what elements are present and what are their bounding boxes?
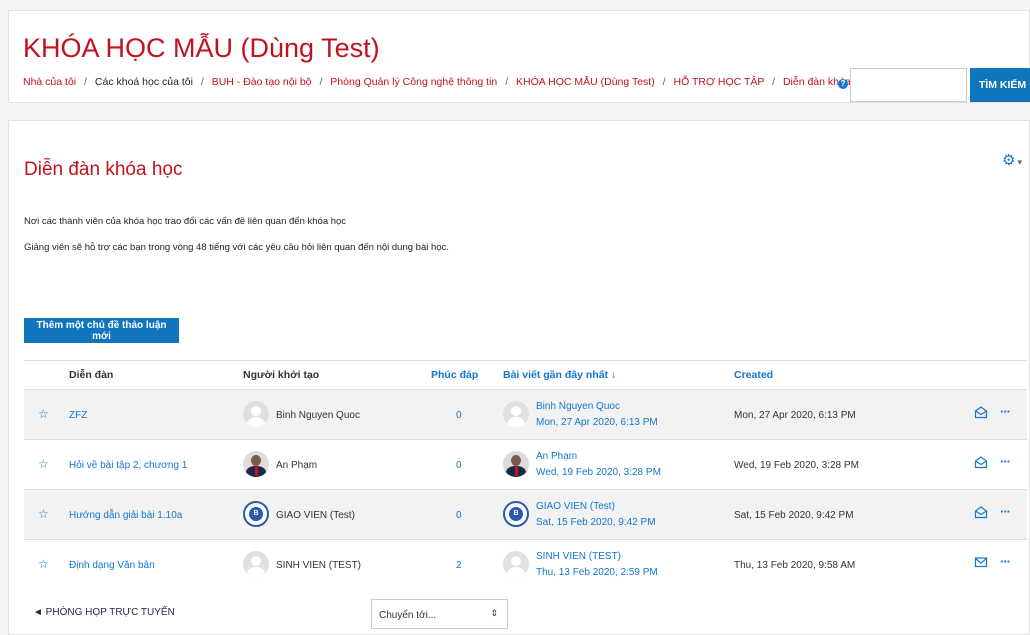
discussion-link[interactable]: ZFZ <box>69 410 87 421</box>
created-date: Wed, 19 Feb 2020, 3:28 PM <box>734 460 859 471</box>
more-options-icon[interactable]: ··· <box>1000 404 1011 419</box>
jump-to-select[interactable]: Chuyển tới... ⇕ <box>371 599 508 629</box>
page-header: KHÓA HỌC MẪU (Dùng Test) Nhà của tôi / C… <box>8 10 1030 103</box>
previous-activity-link[interactable]: ◄ PHÒNG HỌP TRỰC TUYẾN <box>33 607 175 618</box>
last-post-author[interactable]: An Phạm <box>536 451 577 462</box>
last-post-author[interactable]: SINH VIEN (TEST) <box>536 551 621 562</box>
search-button[interactable]: TÌM KIẾM <box>970 68 1030 102</box>
forum-intro-line-1: Nơi các thành viên của khóa học trao đổi… <box>24 216 347 227</box>
created-date: Thu, 13 Feb 2020, 9:58 AM <box>734 560 856 571</box>
replies-count[interactable]: 0 <box>456 410 462 421</box>
column-started-by: Người khởi tạo <box>243 369 320 381</box>
course-title: KHÓA HỌC MẪU (Dùng Test) <box>23 33 380 63</box>
last-post-date[interactable]: Mon, 27 Apr 2020, 6:13 PM <box>536 417 658 428</box>
star-icon[interactable]: ☆ <box>38 557 49 571</box>
table-header: Diễn đàn Người khởi tạo Phúc đáp Bài viế… <box>24 360 1027 389</box>
breadcrumb-separator: / <box>505 76 509 88</box>
envelope-closed-icon[interactable] <box>974 555 988 569</box>
column-created[interactable]: Created <box>734 369 773 381</box>
breadcrumb-category[interactable]: BUH - Đào tạo nội bộ <box>212 76 312 88</box>
breadcrumb-course[interactable]: KHÓA HỌC MẪU (Dùng Test) <box>516 76 655 88</box>
forum-region: Diễn đàn khóa học ⚙ ▾ Nơi các thành viên … <box>8 120 1030 635</box>
starter-name: SINH VIEN (TEST) <box>276 560 362 571</box>
avatar <box>503 401 529 427</box>
breadcrumb-separator: / <box>662 76 666 88</box>
forum-intro-line-2: Giảng viên sẽ hỗ trợ các bạn trong vòng … <box>24 242 449 253</box>
column-replies[interactable]: Phúc đáp <box>431 369 478 381</box>
column-discussion: Diễn đàn <box>69 369 114 381</box>
more-options-icon[interactable]: ··· <box>1000 554 1011 569</box>
breadcrumb-separator: / <box>772 76 776 88</box>
envelope-open-icon[interactable] <box>974 455 988 469</box>
discussion-link[interactable]: Hướng dẫn giải bài 1.10a <box>69 510 182 521</box>
breadcrumb-separator: / <box>200 76 204 88</box>
discussion-link[interactable]: Hỏi về bài tập 2, chương 1 <box>69 460 187 471</box>
search-input[interactable] <box>850 68 967 102</box>
discussion-table: Diễn đàn Người khởi tạo Phúc đáp Bài viế… <box>24 360 1027 589</box>
breadcrumb-my-courses: Các khoá học của tôi <box>94 76 193 88</box>
table-row: ☆ Định dạng Văn bản SINH VIEN (TEST) 2 S… <box>24 539 1027 589</box>
starter-name: Binh Nguyen Quoc <box>276 410 360 421</box>
discussion-link[interactable]: Định dạng Văn bản <box>69 560 155 571</box>
envelope-open-icon[interactable] <box>974 405 988 419</box>
created-date: Mon, 27 Apr 2020, 6:13 PM <box>734 410 856 421</box>
last-post-author[interactable]: Binh Nguyen Quoc <box>536 401 620 412</box>
table-row: ☆ ZFZ Binh Nguyen Quoc 0 Binh Nguyen Quo… <box>24 389 1027 439</box>
settings-menu[interactable]: ⚙ ▾ <box>1002 151 1022 169</box>
last-post-date[interactable]: Thu, 13 Feb 2020, 2:59 PM <box>536 567 658 578</box>
breadcrumb-separator: / <box>319 76 323 88</box>
star-icon[interactable]: ☆ <box>38 507 49 521</box>
help-icon[interactable]: ? <box>838 79 848 89</box>
jump-to-label: Chuyển tới... <box>379 610 437 621</box>
column-last-post[interactable]: Bài viết gần đây nhất ↓ <box>503 369 616 381</box>
created-date: Sat, 15 Feb 2020, 9:42 PM <box>734 510 854 521</box>
table-row: ☆ Hướng dẫn giải bài 1.10a B GIAO VIEN (… <box>24 489 1027 539</box>
replies-count[interactable]: 0 <box>456 510 462 521</box>
breadcrumb-section[interactable]: HỖ TRỢ HỌC TẬP <box>673 76 764 88</box>
select-arrow-icon: ⇕ <box>490 608 498 618</box>
avatar <box>503 551 529 577</box>
add-discussion-button[interactable]: Thêm một chủ đề thảo luận mới <box>24 318 179 343</box>
breadcrumb: Nhà của tôi / Các khoá học của tôi / BUH… <box>23 76 871 88</box>
caret-down-icon: ▾ <box>1017 157 1022 167</box>
starter-name: GIAO VIEN (Test) <box>276 510 355 521</box>
more-options-icon[interactable]: ··· <box>1000 504 1011 519</box>
avatar: B <box>503 501 529 527</box>
last-post-author[interactable]: GIAO VIEN (Test) <box>536 501 615 512</box>
replies-count[interactable]: 2 <box>456 560 462 571</box>
gear-icon: ⚙ <box>1002 152 1016 169</box>
breadcrumb-subcategory[interactable]: Phòng Quản lý Công nghệ thông tin <box>330 76 497 88</box>
avatar <box>243 451 269 477</box>
starter-name: An Phạm <box>276 460 318 471</box>
envelope-open-icon[interactable] <box>974 505 988 519</box>
last-post-date[interactable]: Sat, 15 Feb 2020, 9:42 PM <box>536 517 656 528</box>
star-icon[interactable]: ☆ <box>38 457 49 471</box>
avatar <box>503 451 529 477</box>
avatar <box>243 551 269 577</box>
breadcrumb-home[interactable]: Nhà của tôi <box>23 76 76 88</box>
forum-title: Diễn đàn khóa học <box>24 159 183 180</box>
breadcrumb-separator: / <box>84 76 87 88</box>
avatar: B <box>243 501 269 527</box>
more-options-icon[interactable]: ··· <box>1000 454 1011 469</box>
replies-count[interactable]: 0 <box>456 460 462 471</box>
star-icon[interactable]: ☆ <box>38 407 49 421</box>
avatar <box>243 401 269 427</box>
last-post-date[interactable]: Wed, 19 Feb 2020, 3:28 PM <box>536 467 661 478</box>
table-row: ☆ Hỏi về bài tập 2, chương 1 An Phạm 0 A… <box>24 439 1027 489</box>
